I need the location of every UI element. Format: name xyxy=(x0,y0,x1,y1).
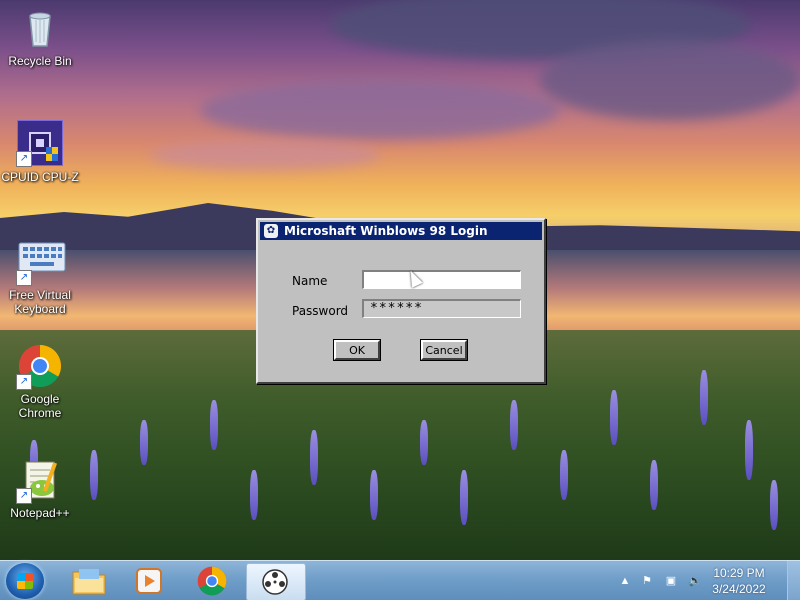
recycle-bin-icon xyxy=(18,6,62,50)
show-desktop-button[interactable] xyxy=(787,561,800,600)
flower xyxy=(250,470,258,520)
flower xyxy=(700,370,708,425)
clock-date: 3/24/2022 xyxy=(712,582,766,596)
keyboard-icon: ↗ xyxy=(16,240,66,286)
taskbar-login-app[interactable] xyxy=(246,563,306,600)
system-tray: ▲ ⚑ ▣ 🔈 10:29 PM 3/24/2022 xyxy=(610,561,800,600)
taskbar-chrome[interactable] xyxy=(183,563,241,599)
taskbar-media-player[interactable] xyxy=(120,563,178,599)
desktop: Recycle Bin ↗ CPUID CPU-Z ↗ Free Virtual… xyxy=(0,0,800,600)
flower xyxy=(210,400,218,450)
taskbar-file-explorer[interactable] xyxy=(60,563,118,599)
clock[interactable]: 10:29 PM 3/24/2022 xyxy=(704,565,774,597)
sky-cloud xyxy=(200,80,560,140)
cpuz-icon: ↗ xyxy=(16,120,63,167)
flower xyxy=(140,420,148,465)
flower xyxy=(610,390,618,445)
clock-time: 10:29 PM xyxy=(713,566,765,580)
desktop-icon-google-chrome[interactable]: ↗ Google Chrome xyxy=(0,344,80,420)
shortcut-arrow-icon: ↗ xyxy=(16,374,32,390)
desktop-icon-virtual-keyboard[interactable]: ↗ Free Virtual Keyboard xyxy=(0,240,80,316)
shortcut-arrow-icon: ↗ xyxy=(16,488,32,504)
flower xyxy=(310,430,318,485)
desktop-icon-label: Recycle Bin xyxy=(8,54,72,68)
desktop-icon-label: CPUID CPU-Z xyxy=(1,170,79,184)
flower xyxy=(90,450,98,500)
flower xyxy=(370,470,378,520)
flower xyxy=(460,470,468,525)
flower xyxy=(510,400,518,450)
desktop-icon-label: Free Virtual Keyboard xyxy=(9,288,71,316)
flower xyxy=(420,420,428,465)
film-reel-app-icon: ✿ xyxy=(264,224,278,238)
shortcut-arrow-icon: ↗ xyxy=(16,151,32,167)
show-hidden-icons-chevron[interactable]: ▲ xyxy=(618,574,632,588)
shortcut-arrow-icon: ↗ xyxy=(16,270,32,286)
dialog-titlebar[interactable]: ✿ Microshaft Winblows 98 Login xyxy=(260,222,542,240)
sky-cloud xyxy=(150,140,380,170)
login-dialog: ✿ Microshaft Winblows 98 Login Name Pass… xyxy=(256,218,546,384)
chrome-icon xyxy=(197,566,227,596)
name-input[interactable] xyxy=(362,270,521,289)
media-player-icon xyxy=(136,568,162,594)
flower xyxy=(560,450,568,500)
file-explorer-icon xyxy=(72,569,106,595)
sky-cloud xyxy=(540,40,800,120)
windows-logo-icon xyxy=(17,573,33,589)
flower xyxy=(770,480,778,530)
desktop-icon-recycle-bin[interactable]: Recycle Bin xyxy=(0,6,80,68)
desktop-icon-notepadpp[interactable]: ↗ Notepad++ xyxy=(0,458,80,520)
ok-button[interactable]: OK xyxy=(333,339,381,361)
network-icon[interactable]: ▣ xyxy=(664,574,678,588)
password-label: Password xyxy=(292,304,349,318)
flower xyxy=(745,420,753,480)
name-label: Name xyxy=(292,274,328,288)
cancel-button[interactable]: Cancel xyxy=(420,339,468,361)
taskbar: ▲ ⚑ ▣ 🔈 10:29 PM 3/24/2022 xyxy=(0,560,800,600)
flower xyxy=(650,460,658,510)
volume-muted-icon[interactable]: 🔈 xyxy=(688,574,702,588)
desktop-icon-label: Notepad++ xyxy=(10,506,70,520)
notepadpp-icon: ↗ xyxy=(16,458,62,504)
start-button[interactable] xyxy=(6,563,44,599)
desktop-icon-label: Google Chrome xyxy=(18,392,62,420)
password-input[interactable]: ****** xyxy=(362,299,521,318)
dialog-title: Microshaft Winblows 98 Login xyxy=(284,224,488,238)
chrome-icon: ↗ xyxy=(16,344,62,390)
desktop-icon-cpuz[interactable]: ↗ CPUID CPU-Z xyxy=(0,120,80,184)
action-center-flag-icon[interactable]: ⚑ xyxy=(640,574,654,588)
film-reel-app-icon xyxy=(262,569,288,595)
